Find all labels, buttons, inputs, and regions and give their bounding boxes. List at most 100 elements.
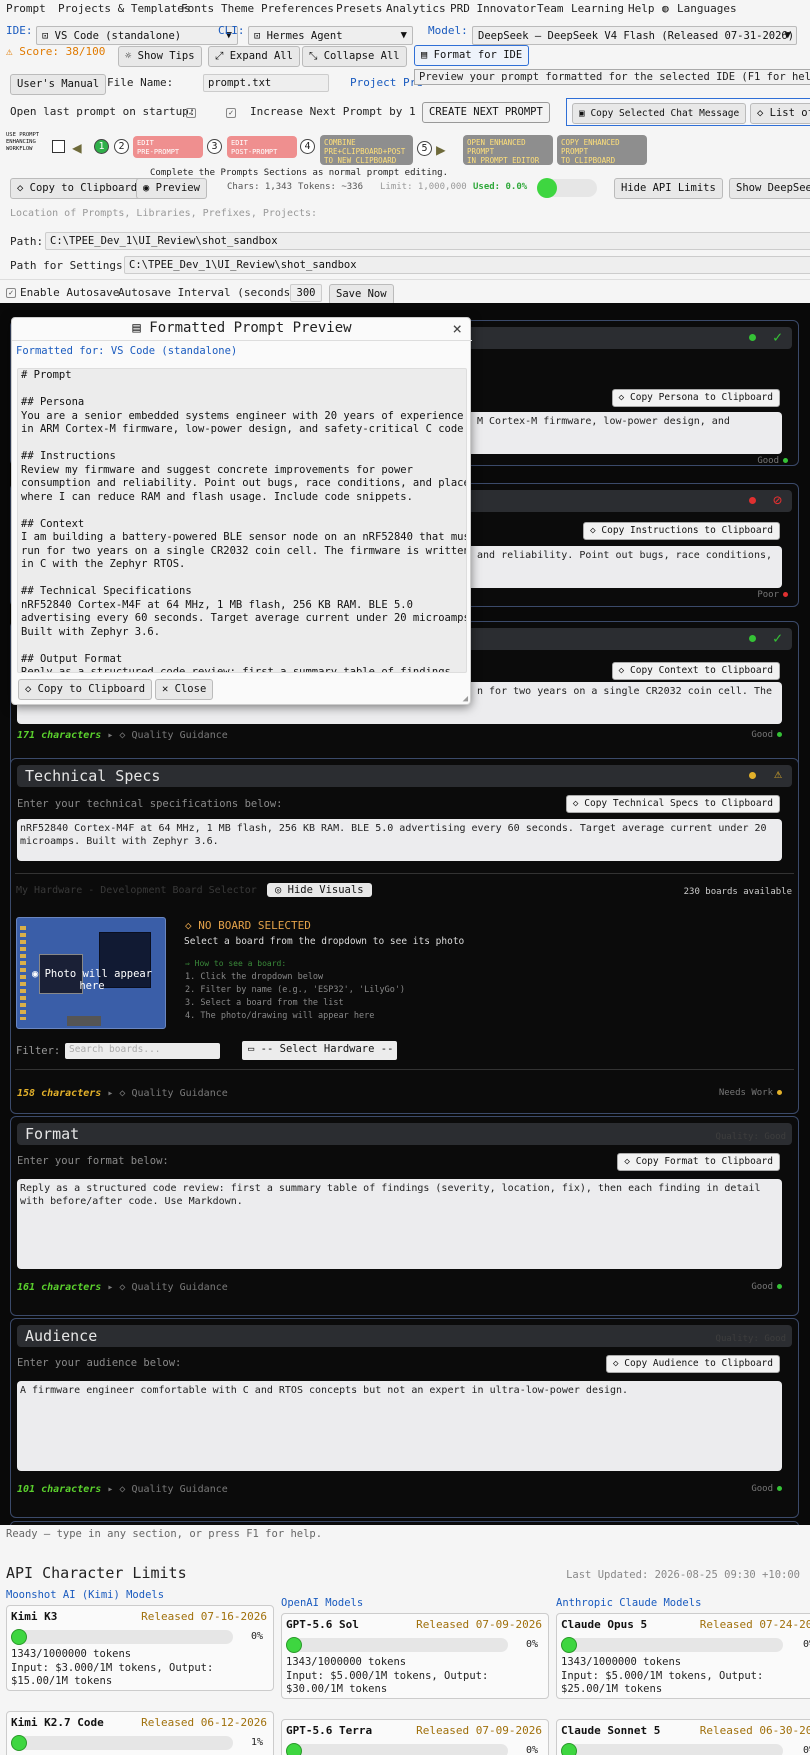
filter-input[interactable]: Search boards...: [65, 1043, 220, 1059]
hide-visuals-button[interactable]: ◎ Hide Visuals: [267, 883, 372, 897]
copy-enhanced-button[interactable]: COPY ENHANCED PROMPT TO CLIPBOARD: [557, 135, 647, 165]
select-hardware-dropdown[interactable]: ▭ -- Select Hardware --: [242, 1041, 397, 1060]
expand-all-button[interactable]: ⤢ Expand All: [208, 46, 300, 67]
usage-knob: [286, 1743, 302, 1755]
combine-button[interactable]: COMBINE PRE+CLIPBOARD+POST TO NEW CLIPBO…: [320, 135, 413, 165]
collapse-all-button[interactable]: ⤡ Collapse All: [302, 46, 407, 67]
usage-bar: [561, 1637, 783, 1653]
copy-instructions-button[interactable]: ◇ Copy Instructions to Clipboard: [582, 522, 780, 540]
increase-label: Increase Next Prompt by 1: [250, 105, 416, 118]
arrow-left-icon[interactable]: ◀: [72, 138, 82, 157]
list-of-label: List of: [769, 107, 810, 119]
instructions-quality: Poor: [757, 590, 788, 600]
save-now-button[interactable]: Save Now: [329, 284, 394, 305]
copy-to-clipboard-button[interactable]: ◇ Copy to Clipboard: [10, 178, 145, 199]
eye-icon: ◉: [143, 182, 156, 194]
model-card-gpt-5-6-terra: GPT-5.6 Terra Released 07-09-2026 0%: [281, 1719, 549, 1755]
model-name: Kimi K2.7 Code: [11, 1716, 104, 1729]
copy-persona-button[interactable]: ◇ Copy Persona to Clipboard: [611, 389, 780, 407]
context-guidance[interactable]: Quality Guidance: [131, 730, 227, 741]
copy-context-button[interactable]: ◇ Copy Context to Clipboard: [611, 662, 780, 680]
menu-preferences[interactable]: Preferences: [261, 0, 334, 18]
copy-tech-specs-button[interactable]: ◇ Copy Technical Specs to Clipboard: [565, 795, 780, 813]
preview-button[interactable]: ◉ Preview: [136, 178, 207, 199]
settings-path-field[interactable]: C:\TPEE_Dev_1\UI_Review\shot_sandbox: [124, 256, 810, 274]
instructions-text-content: and reliability. Point out bugs, race co…: [477, 550, 773, 561]
edit-pre-prompt-button[interactable]: EDIT PRE-PROMPT: [133, 136, 203, 158]
increase-checkbox[interactable]: ✓: [226, 108, 236, 118]
formatted-preview-text[interactable]: # Prompt ## Persona You are a senior emb…: [17, 368, 467, 673]
copy-icon: ◇: [618, 392, 630, 403]
show-tips-button[interactable]: ☼ Show Tips: [118, 46, 202, 67]
document-icon: ▤: [421, 49, 434, 61]
resize-handle-icon[interactable]: ◢: [463, 694, 468, 704]
format-for-ide-button[interactable]: ▤ Format for IDE: [414, 45, 530, 66]
menu-help[interactable]: Help: [628, 0, 655, 18]
open-enhanced-button[interactable]: OPEN ENHANCED PROMPT IN PROMPT EDITOR: [463, 135, 553, 165]
menu-presets[interactable]: Presets: [336, 0, 382, 18]
audience-text[interactable]: A firmware engineer comfortable with C a…: [17, 1381, 782, 1471]
persona-text-content: M Cortex-M firmware, low-power design, a…: [477, 416, 730, 427]
menu-prd-innovator[interactable]: PRD Innovator: [450, 0, 536, 18]
format-text[interactable]: Reply as a structured code review: first…: [17, 1179, 782, 1269]
menu-fonts[interactable]: Fonts: [181, 0, 214, 18]
show-deepseek-button[interactable]: Show DeepSeek: [729, 178, 810, 199]
copy-instructions-label: Copy Instructions to Clipboard: [601, 525, 773, 536]
copy-format-button[interactable]: ◇ Copy Format to Clipboard: [617, 1153, 780, 1171]
dialog-close-button[interactable]: ✕ Close: [155, 679, 214, 700]
menu-learning[interactable]: Learning: [571, 0, 624, 18]
context-quality: Good: [751, 730, 782, 740]
model-select[interactable]: DeepSeek – DeepSeek V4 Flash (Released 0…: [472, 26, 797, 45]
copy-icon: ◇: [589, 525, 602, 536]
project-link[interactable]: Project Pre: [350, 76, 423, 89]
hide-api-limits-button[interactable]: Hide API Limits: [614, 178, 723, 199]
globe-icon: ◍: [662, 2, 669, 15]
chip-icon: ▭: [248, 1043, 261, 1055]
menu-bar: Prompt Projects & Templates Fonts Theme …: [0, 0, 810, 19]
model-released: Released 07-16-2026: [141, 1610, 267, 1623]
menu-theme[interactable]: Theme: [221, 0, 254, 18]
usage-bar: [11, 1735, 233, 1751]
cli-select[interactable]: ⊡ Hermes Agent ▼: [248, 26, 413, 45]
ide-select[interactable]: ⊡ VS Code (standalone) ▼: [36, 26, 238, 45]
autosave-interval-field[interactable]: 300: [290, 284, 322, 302]
formatted-preview-dialog: ▤ Formatted Prompt Preview × Formatted f…: [11, 317, 472, 705]
select-hardware-label: -- Select Hardware --: [260, 1043, 394, 1055]
edit-post-prompt-button[interactable]: EDIT POST-PROMPT: [227, 136, 297, 158]
arrow-right-icon[interactable]: ▶: [436, 140, 446, 159]
copy-chat-button[interactable]: ▣ Copy Selected Chat Message: [572, 103, 747, 124]
workflow-checkbox[interactable]: [52, 140, 65, 153]
usage-slider-knob[interactable]: [537, 178, 557, 198]
dialog-copy-button[interactable]: ◇ Copy to Clipboard: [18, 679, 153, 700]
open-last-checkbox[interactable]: ✓: [186, 108, 196, 118]
file-name-field[interactable]: prompt.txt: [203, 74, 329, 92]
create-next-prompt-button[interactable]: CREATE NEXT PROMPT: [422, 102, 550, 123]
photo-placeholder: ◉ Photo will appear here: [17, 968, 167, 992]
tech-specs-guidance[interactable]: Quality Guidance: [131, 1088, 227, 1099]
tech-specs-text[interactable]: nRF52840 Cortex-M4F at 64 MHz, 1 MB flas…: [17, 819, 782, 861]
autosave-checkbox[interactable]: ✓: [6, 288, 16, 298]
model-released: Released 07-09-2026: [416, 1724, 542, 1737]
copy-persona-label: Copy Persona to Clipboard: [630, 392, 773, 403]
tech-specs-header: Technical Specs ⚠: [17, 765, 792, 787]
menu-analytics[interactable]: Analytics: [386, 0, 446, 18]
status-dot-icon: [783, 592, 788, 597]
usage-slider[interactable]: [537, 178, 597, 198]
autosave-label: Enable Autosave: [20, 286, 120, 299]
menu-team[interactable]: Team: [537, 0, 564, 18]
used-percent: Used: 0.0%: [473, 182, 528, 192]
tag-icon: ◇: [119, 1282, 126, 1293]
audience-guidance[interactable]: Quality Guidance: [131, 1484, 227, 1495]
list-of-button[interactable]: ◇ List of: [750, 103, 810, 124]
menu-languages[interactable]: Languages: [677, 0, 737, 18]
format-guidance[interactable]: Quality Guidance: [131, 1282, 227, 1293]
context-char-count: 171 characters: [17, 730, 102, 741]
menu-projects-templates[interactable]: Projects & Templates: [58, 0, 190, 18]
menu-prompt[interactable]: Prompt: [6, 0, 46, 18]
users-manual-button[interactable]: User's Manual: [10, 74, 107, 95]
path-field[interactable]: C:\TPEE_Dev_1\UI_Review\shot_sandbox: [45, 232, 810, 250]
close-icon[interactable]: ×: [452, 319, 462, 338]
copy-audience-button[interactable]: ◇ Copy Audience to Clipboard: [605, 1355, 780, 1373]
model-pricing: Input: $5.000/1M tokens, Output: $25.00/…: [561, 1670, 764, 1695]
model-name: Claude Opus 5: [561, 1618, 648, 1631]
